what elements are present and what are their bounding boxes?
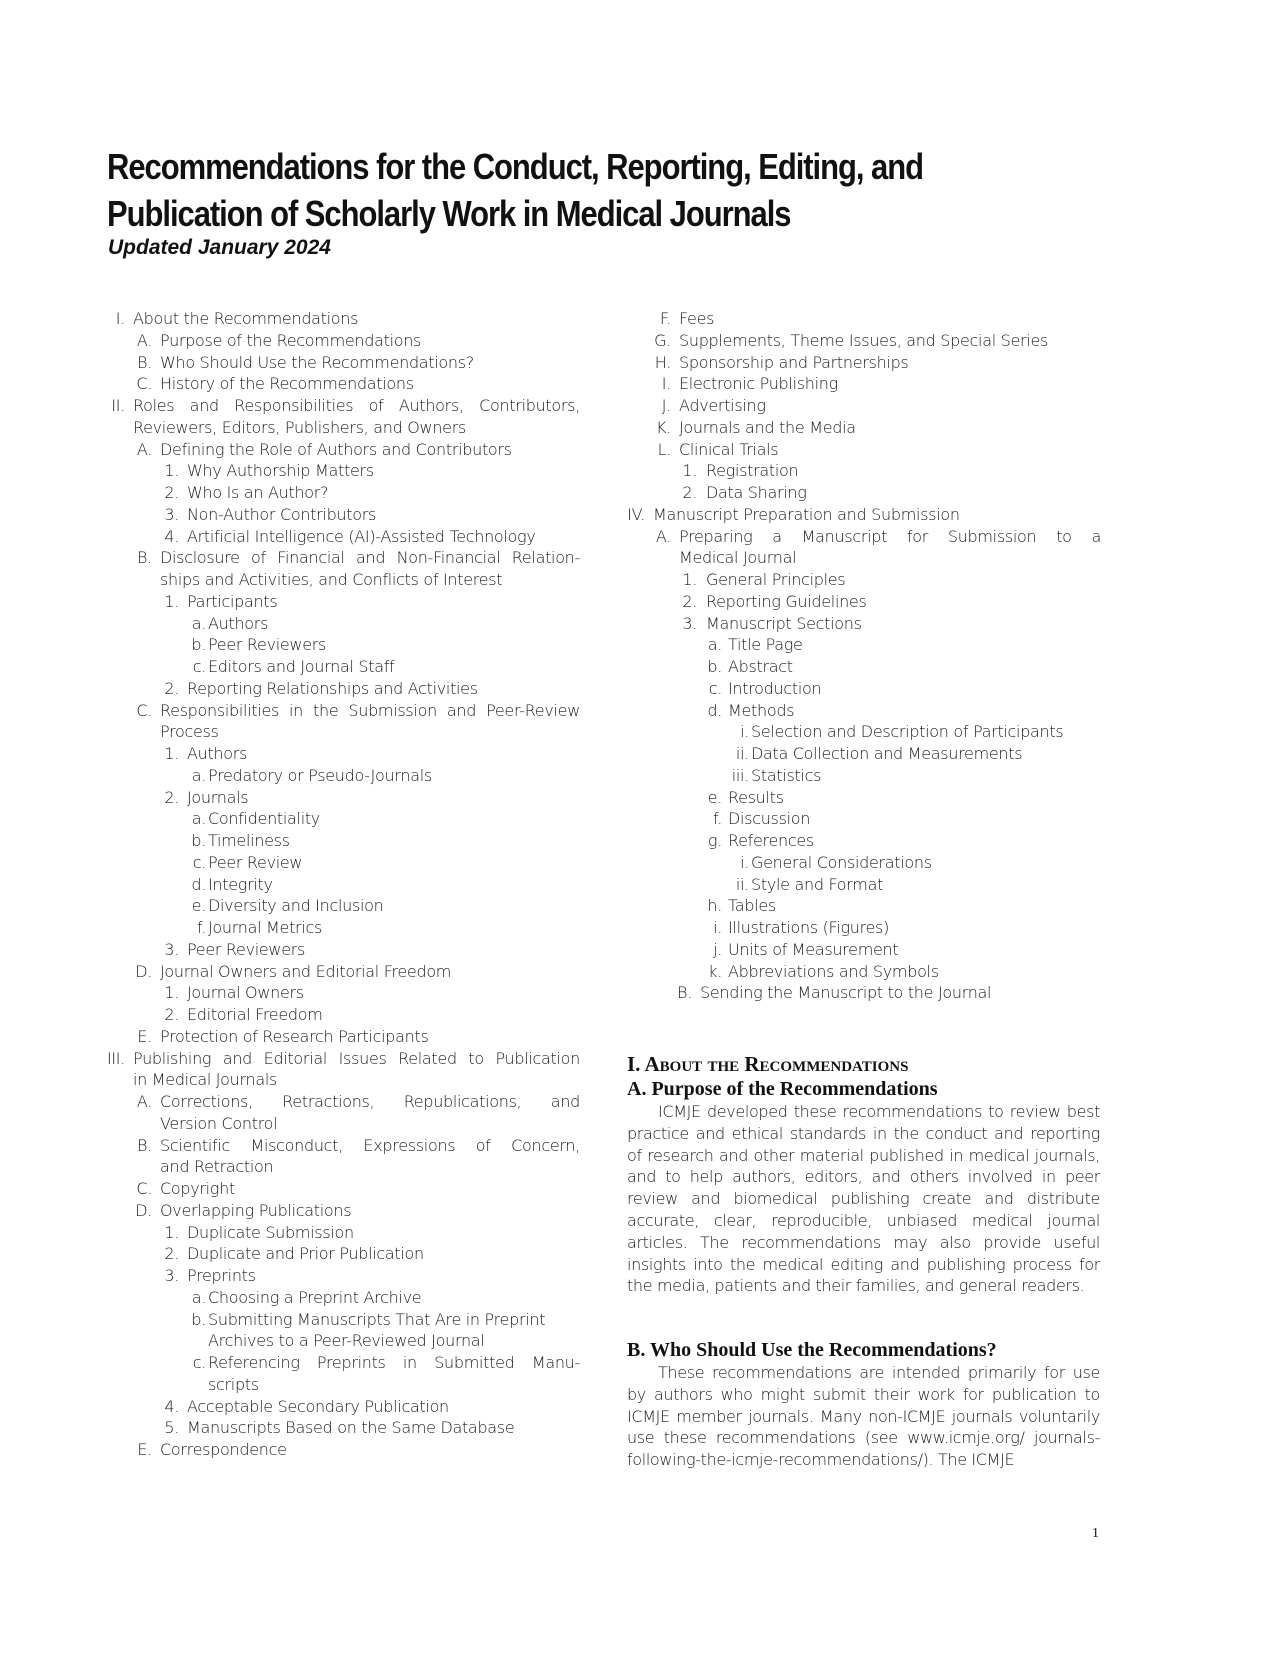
toc-marker: a.	[707, 635, 723, 655]
toc-marker: L.	[657, 439, 672, 459]
toc-marker: i.	[740, 722, 749, 742]
subsection-b-paragraph: These recommendations are intended prima…	[627, 1363, 1100, 1470]
subsection-a-paragraph: ICMJE developed these recommendations to…	[627, 1102, 1100, 1296]
toc-label: Results	[728, 787, 784, 807]
toc-marker: i.	[713, 918, 722, 937]
toc-label: Illustrations (Figures)	[728, 918, 890, 937]
toc-label: Registration	[706, 461, 799, 481]
toc-marker: 2.	[682, 483, 697, 502]
toc-label: General Principles	[706, 570, 846, 589]
toc-marker: 2.	[682, 591, 697, 611]
toc-marker: 1.	[682, 461, 697, 481]
toc-label: Sponsorship and Partnerships	[679, 352, 909, 372]
toc-label: Abbreviations and Symbols	[728, 961, 939, 981]
toc-label: Journals and the Media	[679, 417, 856, 437]
toc-marker: g.	[707, 831, 722, 850]
section-heading: I. About the Recommendations	[627, 1052, 909, 1076]
toc-label: Methods	[728, 700, 795, 720]
subsection-a-heading: A. Purpose of the Recommendations	[627, 1078, 938, 1100]
toc-label: Statistics	[751, 765, 822, 785]
toc-label: References	[728, 831, 814, 850]
toc-marker: b.	[707, 657, 722, 676]
toc-label: Manuscript Preparation and Submission	[653, 504, 960, 524]
toc-label: Manuscript Sections	[706, 613, 862, 633]
toc-marker: iii.	[731, 765, 750, 785]
toc-label: Supplements, Theme Issues, and Special S…	[679, 330, 1049, 350]
toc-marker: B.	[677, 983, 692, 1003]
toc-marker: k.	[708, 961, 722, 981]
toc-label: Preparing a Manuscript for Submission to…	[679, 526, 1101, 546]
toc-marker: d.	[707, 700, 722, 720]
toc-label: Clinical Trials	[679, 439, 779, 459]
toc-label: Selection and Description of Participant…	[751, 722, 1064, 742]
toc-marker: 1.	[682, 570, 697, 589]
toc-marker: j.	[713, 939, 722, 959]
toc-label: Discussion	[728, 809, 811, 829]
toc-label: Abstract	[728, 657, 793, 676]
toc-marker: F.	[659, 309, 671, 328]
toc-marker: ii.	[735, 874, 749, 894]
toc-marker: A.	[655, 526, 671, 546]
toc-marker: h.	[707, 896, 722, 916]
toc-label: Data Collection and Measurements	[751, 744, 1023, 763]
toc-label: Advertising	[679, 396, 766, 415]
toc-label: Units of Measurement	[728, 939, 899, 959]
toc-label: Tables	[728, 896, 776, 916]
toc-marker: ii.	[735, 744, 749, 763]
subsection-b-heading: B. Who Should Use the Recommendations?	[627, 1339, 997, 1361]
toc-label: Introduction	[728, 678, 822, 698]
toc-marker: I.	[661, 374, 672, 394]
toc-marker: J.	[661, 396, 672, 415]
toc-marker: 3.	[682, 613, 697, 633]
toc-label: Sending the Manuscript to the Journal	[700, 983, 992, 1003]
toc-marker: IV.	[627, 504, 645, 524]
toc-marker: f.	[713, 809, 722, 829]
toc-label: Medical Journal	[679, 548, 797, 568]
toc-marker: G.	[654, 330, 671, 350]
toc-label: Reporting Guidelines	[706, 591, 867, 611]
toc-label: Title Page	[728, 635, 803, 655]
toc-label: Data Sharing	[706, 483, 807, 502]
toc-marker: H.	[654, 352, 672, 372]
toc-marker: K.	[656, 417, 671, 437]
toc-label: General Considerations	[751, 852, 932, 872]
toc-marker: e.	[707, 787, 723, 807]
toc-label: Electronic Publishing	[679, 374, 838, 394]
toc-label: Style and Format	[751, 874, 884, 894]
page-number: 1	[1092, 1526, 1099, 1541]
toc-marker: i.	[740, 852, 749, 872]
toc-label: Fees	[679, 309, 715, 328]
toc-marker: c.	[708, 678, 723, 698]
